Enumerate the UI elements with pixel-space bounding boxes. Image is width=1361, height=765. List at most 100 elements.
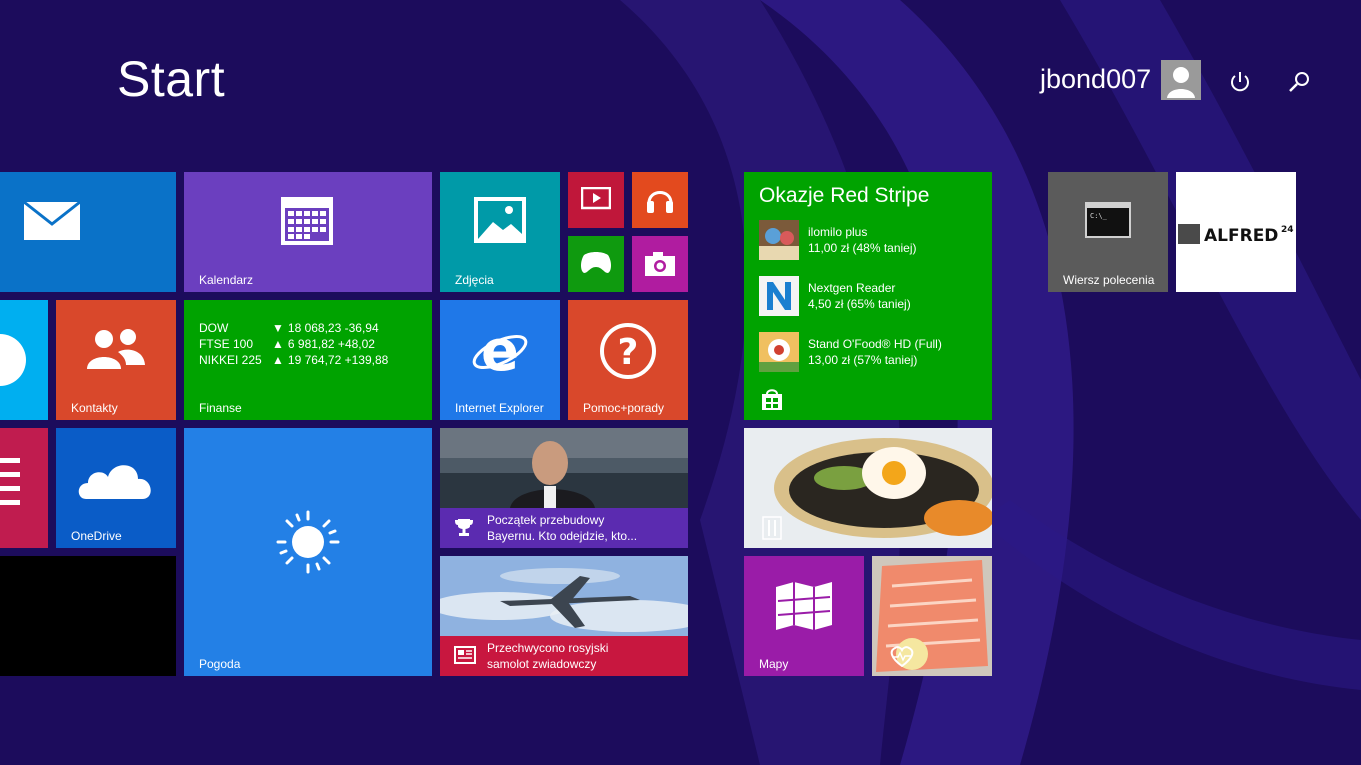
store-item-name: ilomilo plus bbox=[808, 225, 868, 239]
svg-text:24: 24 bbox=[1281, 225, 1294, 235]
news-line: Bayernu. Kto odejdzie, kto... bbox=[487, 529, 638, 543]
cloud-icon bbox=[78, 465, 151, 499]
page-title: Start bbox=[117, 51, 226, 107]
trend-arrow: ▼ bbox=[272, 321, 284, 335]
tile-label: OneDrive bbox=[71, 529, 122, 543]
sun-icon bbox=[276, 510, 340, 574]
nextgen-reader-thumbnail bbox=[759, 276, 799, 316]
tile-label: Pomoc+porady bbox=[583, 401, 665, 415]
store-item-price: 13,00 zł (57% taniej) bbox=[808, 353, 918, 367]
store-item[interactable]: Nextgen Reader 4,50 zł (65% taniej) bbox=[759, 276, 979, 318]
tile-command-prompt[interactable]: C:\_ Wiersz polecenia bbox=[1048, 172, 1168, 292]
svg-text:ALFRED: ALFRED bbox=[1204, 226, 1278, 246]
store-item-text: Nextgen Reader 4,50 zł (65% taniej) bbox=[808, 280, 911, 312]
tile-photos[interactable]: Zdjęcia bbox=[440, 172, 560, 292]
ilomilo-thumbnail bbox=[759, 220, 799, 260]
news-line: samolot zwiadowczy bbox=[487, 657, 597, 671]
store-bag-icon bbox=[762, 389, 782, 410]
index-value: 6 981,82 +48,02 bbox=[287, 337, 375, 351]
tile-contacts[interactable]: Kontakty bbox=[56, 300, 176, 420]
index-name: NIKKEI 225 bbox=[199, 353, 262, 367]
svg-text:C:\_: C:\_ bbox=[1090, 212, 1108, 220]
terminal-icon: C:\_ bbox=[1085, 202, 1131, 238]
tile-news[interactable]: Przechwycono rosyjski samolot zwiadowczy bbox=[440, 556, 688, 676]
index-value: 18 068,23 -36,94 bbox=[287, 321, 379, 335]
finance-row: FTSE 100 ▲ 6 981,82 +48,02 bbox=[199, 336, 388, 352]
photo-icon bbox=[474, 197, 526, 243]
internet-explorer-icon: e bbox=[472, 322, 528, 380]
tile-label: Finanse bbox=[199, 401, 242, 415]
finance-row: DOW ▼ 18 068,23 -36,94 bbox=[199, 320, 388, 336]
camera-icon bbox=[645, 252, 675, 276]
tile-skype[interactable] bbox=[0, 300, 48, 420]
tile-label: Kontakty bbox=[71, 401, 118, 415]
news-line: Przechwycono rosyjski bbox=[487, 641, 609, 655]
store-item-text: Stand O'Food® HD (Full) 13,00 zł (57% ta… bbox=[808, 336, 942, 368]
tile-camera[interactable] bbox=[632, 236, 688, 292]
list-icon bbox=[0, 458, 20, 505]
power-button[interactable] bbox=[1225, 67, 1255, 97]
tile-label: Wiersz polecenia bbox=[1063, 273, 1155, 287]
power-icon bbox=[1231, 72, 1249, 92]
user-avatar-icon bbox=[1167, 67, 1195, 98]
gamepad-icon bbox=[581, 252, 611, 273]
fork-knife-icon bbox=[762, 516, 782, 540]
tile-sport-news[interactable]: Początek przebudowy Bayernu. Kto odejdzi… bbox=[440, 428, 688, 548]
index-value: 19 764,72 +139,88 bbox=[287, 353, 389, 367]
tile-video[interactable] bbox=[568, 172, 624, 228]
skype-icon bbox=[0, 334, 26, 386]
news-caption-bar: Początek przebudowy Bayernu. Kto odejdzi… bbox=[440, 508, 688, 548]
tile-alfred24[interactable]: ALFRED 24 bbox=[1176, 172, 1296, 292]
tile-label: Mapy bbox=[759, 657, 789, 671]
index-name: FTSE 100 bbox=[199, 337, 254, 351]
heart-pulse-icon bbox=[890, 646, 914, 667]
calendar-icon bbox=[281, 197, 333, 245]
tile-label: Kalendarz bbox=[199, 273, 254, 287]
tile-weather[interactable]: Pogoda bbox=[184, 428, 432, 676]
tile-reading-list[interactable] bbox=[0, 428, 48, 548]
tile-games[interactable] bbox=[568, 236, 624, 292]
trend-arrow: ▲ bbox=[272, 353, 284, 367]
user-name[interactable]: jbond007 bbox=[1040, 64, 1151, 95]
tile-mail[interactable] bbox=[0, 172, 176, 292]
tile-label: Internet Explorer bbox=[455, 401, 544, 415]
tile-food-drink[interactable] bbox=[744, 428, 992, 548]
tile-internet-explorer[interactable]: e Internet Explorer bbox=[440, 300, 560, 420]
sport-news-photo bbox=[440, 428, 688, 508]
search-button[interactable] bbox=[1285, 67, 1315, 97]
store-title: Okazje Red Stripe bbox=[759, 184, 930, 207]
tile-black[interactable] bbox=[0, 556, 176, 676]
mail-icon bbox=[23, 200, 81, 240]
store-item[interactable]: ilomilo plus 11,00 zł (48% taniej) bbox=[759, 220, 979, 262]
tile-onedrive[interactable]: OneDrive bbox=[56, 428, 176, 548]
question-mark-icon: ? bbox=[600, 323, 656, 379]
search-icon bbox=[1289, 72, 1309, 92]
trend-arrow: ▲ bbox=[272, 337, 284, 351]
avatar[interactable] bbox=[1161, 60, 1201, 100]
map-icon bbox=[776, 582, 832, 630]
alfred24-logo: ALFRED 24 bbox=[1178, 224, 1294, 246]
video-icon bbox=[581, 187, 611, 210]
tile-help[interactable]: ? Pomoc+porady bbox=[568, 300, 688, 420]
tile-finance[interactable]: DOW ▼ 18 068,23 -36,94 FTSE 100 ▲ 6 981,… bbox=[184, 300, 432, 420]
store-item[interactable]: Stand O'Food® HD (Full) 13,00 zł (57% ta… bbox=[759, 332, 979, 374]
tile-store[interactable]: Okazje Red Stripe ilomilo plus 11,00 zł … bbox=[744, 172, 992, 420]
tile-maps[interactable]: Mapy bbox=[744, 556, 864, 676]
tile-health[interactable] bbox=[872, 556, 992, 676]
store-item-price: 11,00 zł (48% taniej) bbox=[808, 241, 917, 255]
news-line: Początek przebudowy bbox=[487, 513, 605, 527]
store-item-text: ilomilo plus 11,00 zł (48% taniej) bbox=[808, 224, 917, 256]
news-caption-bar: Przechwycono rosyjski samolot zwiadowczy bbox=[440, 636, 688, 676]
finance-row: NIKKEI 225 ▲ 19 764,72 +139,88 bbox=[199, 352, 388, 368]
trophy-icon bbox=[455, 519, 473, 536]
tile-label: Pogoda bbox=[199, 657, 241, 671]
finance-ticker: DOW ▼ 18 068,23 -36,94 FTSE 100 ▲ 6 981,… bbox=[199, 320, 388, 368]
tile-calendar[interactable]: Kalendarz bbox=[184, 172, 432, 292]
svg-text:?: ? bbox=[618, 332, 639, 373]
tile-music[interactable] bbox=[632, 172, 688, 228]
people-icon bbox=[87, 329, 145, 369]
news-caption: Przechwycono rosyjski samolot zwiadowczy bbox=[487, 640, 608, 672]
headphones-icon bbox=[647, 191, 673, 213]
news-caption: Początek przebudowy Bayernu. Kto odejdzi… bbox=[487, 512, 637, 544]
store-item-name: Nextgen Reader bbox=[808, 281, 896, 295]
